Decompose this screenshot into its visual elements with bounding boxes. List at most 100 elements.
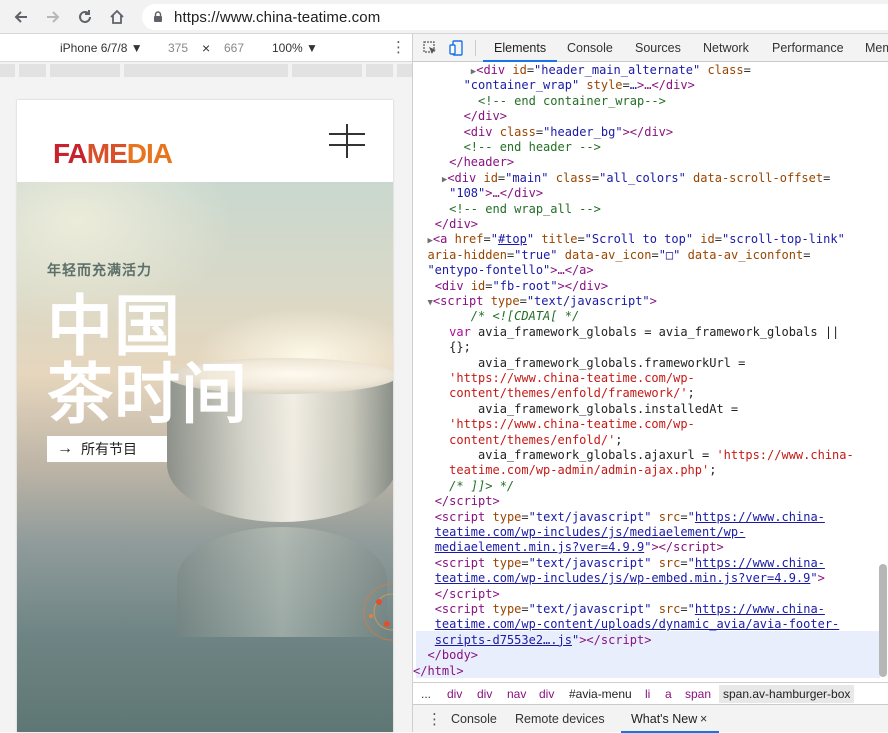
tab-console[interactable]: Console <box>567 41 613 55</box>
dom-node[interactable]: </script> <box>413 587 500 602</box>
dom-comment[interactable]: <!-- end container_wrap--> <box>413 94 666 109</box>
device-select[interactable]: iPhone 6/7/8 ▼ <box>60 41 143 55</box>
dom-comment[interactable]: <!-- end wrap_all --> <box>413 202 601 217</box>
script-line: content/themes/enfold/'; <box>449 432 623 447</box>
address-bar[interactable]: https://www.china-teatime.com <box>142 4 888 30</box>
drawer-tab-whats-new[interactable]: What's New <box>631 712 697 726</box>
tab-elements[interactable]: Elements <box>494 41 546 55</box>
site-logo[interactable]: FAMEDIA <box>53 138 173 170</box>
dom-node[interactable]: </html> <box>413 664 464 679</box>
script-line: avia_framework_globals.installedAt = <box>478 401 739 416</box>
dom-tree-scrollbar[interactable] <box>879 564 887 677</box>
cup-reflection <box>177 527 387 637</box>
script-line: var avia_framework_globals = avia_framew… <box>449 324 840 339</box>
ruler-segment[interactable] <box>19 64 46 77</box>
devtools-panel: Elements Console Sources Network Perform… <box>412 34 888 733</box>
dom-node[interactable]: <div id="fb-root"></div> <box>413 279 608 294</box>
hero-title-line-2: 茶时间 <box>47 357 248 431</box>
ruler-segment[interactable] <box>0 64 15 77</box>
drawer-tab-console[interactable]: Console <box>451 712 497 726</box>
browser-toolbar: https://www.china-teatime.com <box>0 0 888 34</box>
media-query-ruler <box>0 62 412 80</box>
dom-node-selected[interactable]: scripts-d7553e2….js"></script> <box>413 633 652 648</box>
dom-node[interactable]: </script> <box>413 494 500 509</box>
dom-node[interactable]: "container_wrap" style=…>…</div> <box>413 78 695 93</box>
device-name: iPhone 6/7/8 <box>60 41 128 55</box>
breadcrumb-item[interactable]: div <box>447 687 462 701</box>
dom-node[interactable]: </div> <box>413 217 478 232</box>
hamburger-menu-icon[interactable] <box>329 124 365 158</box>
close-icon[interactable]: × <box>700 712 707 726</box>
more-options-icon[interactable]: ⋮ <box>391 38 406 56</box>
active-tab-indicator <box>483 60 557 62</box>
breadcrumb-item[interactable]: nav <box>507 687 526 701</box>
breadcrumb-item[interactable]: a <box>665 687 672 701</box>
script-line: /* ]]> */ <box>449 478 515 493</box>
breadcrumb-item[interactable]: ... <box>421 687 431 701</box>
inspect-element-icon[interactable] <box>423 41 437 55</box>
ruler-segment[interactable] <box>50 64 120 77</box>
script-line: 'https://www.china-teatime.com/wp- <box>449 417 695 432</box>
hero-title-line-1: 中国 <box>47 289 181 363</box>
dom-node[interactable]: </body> <box>413 648 478 663</box>
dom-node[interactable]: teatime.com/wp-includes/js/mediaelement/… <box>413 525 746 540</box>
hero-title: 中国 茶时间 <box>47 292 248 428</box>
dom-node-selected[interactable]: <script type="text/javascript" src="http… <box>413 602 825 617</box>
drawer-tab-remote-devices[interactable]: Remote devices <box>515 712 605 726</box>
dom-node[interactable]: </header> <box>413 155 514 170</box>
drawer-menu-icon[interactable]: ⋮ <box>427 710 442 728</box>
home-icon[interactable] <box>105 5 129 29</box>
forward-icon[interactable] <box>41 5 65 29</box>
breadcrumb-item[interactable]: div <box>477 687 492 701</box>
breadcrumb-item[interactable]: #avia-menu <box>569 687 632 701</box>
device-toggle-icon[interactable] <box>449 40 463 56</box>
reload-icon[interactable] <box>73 5 97 29</box>
hero-subtitle: 年轻而充满活力 <box>47 262 152 278</box>
script-line: 'https://www.china-teatime.com/wp- <box>449 371 695 385</box>
site-header: FAMEDIA <box>17 100 393 182</box>
tab-performance[interactable]: Performance <box>772 41 844 55</box>
mobile-viewport: FAMEDIA 年轻而充满活力 中国 茶时间 → 所有节目 <box>17 100 393 732</box>
all-programs-label: 所有节目 <box>81 441 137 457</box>
script-line: teatime.com/wp-admin/admin-ajax.php'; <box>449 463 717 478</box>
ruler-segment[interactable] <box>124 64 288 77</box>
dom-node[interactable]: aria-hidden="true" data-av_icon="□" data… <box>413 248 810 263</box>
decorative-orb <box>363 583 393 641</box>
ruler-segment[interactable] <box>397 64 412 77</box>
dom-node[interactable]: teatime.com/wp-includes/js/wp-embed.min.… <box>413 571 825 586</box>
zoom-select[interactable]: 100% ▼ <box>272 41 318 55</box>
arrow-right-icon: → <box>57 440 73 457</box>
dom-node[interactable]: <script type="text/javascript" src="http… <box>413 510 825 525</box>
dom-node[interactable]: <script type="text/javascript" src="http… <box>413 556 825 571</box>
device-width-input[interactable]: 375 <box>168 41 188 55</box>
tab-network[interactable]: Network <box>703 41 749 55</box>
breadcrumb-item-selected[interactable]: span.av-hamburger-box <box>719 685 855 703</box>
tab-memory[interactable]: Mem <box>865 41 888 55</box>
dom-node[interactable]: "entypo-fontello">…</a> <box>413 263 593 278</box>
script-line: {}; <box>449 340 471 355</box>
breadcrumb: ... div div nav div #avia-menu li a span… <box>413 682 888 704</box>
device-toolbar: iPhone 6/7/8 ▼ 375 × 667 100% ▼ ⋮ <box>0 34 412 62</box>
ruler-segment[interactable] <box>366 64 393 77</box>
script-line: content/themes/enfold/framework/'; <box>449 386 695 401</box>
dom-node[interactable]: </div> <box>413 109 507 124</box>
all-programs-button[interactable]: → 所有节目 <box>47 436 167 462</box>
breadcrumb-item[interactable]: div <box>539 687 554 701</box>
dom-tree: ▶<div id="header_main_alternate" class= … <box>413 63 883 679</box>
tab-divider <box>475 40 476 56</box>
hero-banner: 年轻而充满活力 中国 茶时间 → 所有节目 <box>17 182 393 732</box>
device-height-input[interactable]: 667 <box>224 41 244 55</box>
dimension-separator: × <box>202 40 211 56</box>
dom-node[interactable]: <div class="header_bg"></div> <box>413 125 674 140</box>
dom-node[interactable]: "108">…</div> <box>413 186 543 201</box>
devtools-drawer-tabs: ⋮ Console Remote devices What's New × <box>413 704 888 733</box>
dom-node[interactable]: mediaelement.min.js?ver=4.9.9"></script> <box>413 540 724 555</box>
dom-comment[interactable]: <!-- end header --> <box>413 140 601 155</box>
back-icon[interactable] <box>9 5 33 29</box>
breadcrumb-item[interactable]: li <box>645 687 650 701</box>
breadcrumb-item[interactable]: span <box>685 687 711 701</box>
ruler-segment[interactable] <box>292 64 362 77</box>
device-preview-pane: iPhone 6/7/8 ▼ 375 × 667 100% ▼ ⋮ FAMEDI… <box>0 34 412 732</box>
tab-sources[interactable]: Sources <box>635 41 681 55</box>
dom-node-selected[interactable]: teatime.com/wp-content/uploads/dynamic_a… <box>413 617 840 632</box>
